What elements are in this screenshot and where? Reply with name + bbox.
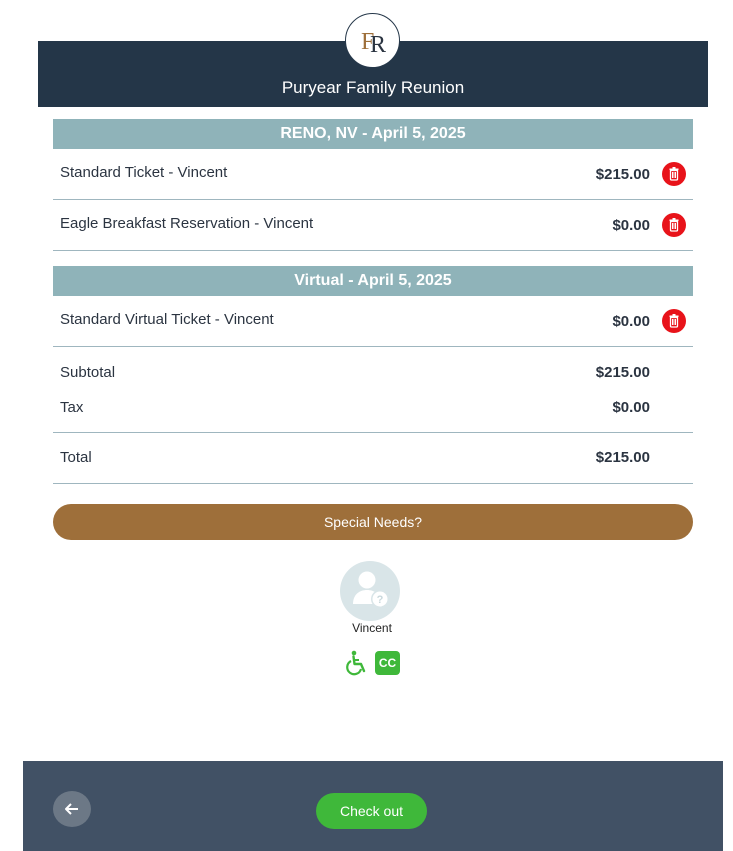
attendee-name: Vincent [352, 621, 392, 635]
cart-content: RENO, NV - April 5, 2025 Standard Ticket… [53, 119, 693, 484]
cc-badge[interactable]: CC [375, 651, 400, 675]
item-price: $0.00 [612, 313, 650, 330]
line-item: Standard Ticket - Vincent $215.00 [53, 149, 693, 200]
delete-item-button[interactable] [662, 309, 686, 333]
user-question-icon: ? [353, 571, 389, 608]
tax-label: Tax [60, 399, 84, 416]
back-button[interactable] [53, 791, 91, 827]
total-value: $215.00 [595, 449, 650, 466]
delete-item-button[interactable] [662, 213, 686, 237]
arrow-left-icon [65, 803, 78, 815]
fr-monogram-icon: F R [361, 29, 386, 58]
item-name: Standard Virtual Ticket - Vincent [60, 311, 274, 328]
line-item: Standard Virtual Ticket - Vincent $0.00 [53, 296, 693, 347]
item-price: $215.00 [595, 166, 650, 183]
trash-icon [669, 218, 679, 232]
subtotal-label: Subtotal [60, 364, 116, 381]
subtotal-value: $215.00 [595, 364, 650, 381]
attendee-avatar[interactable]: ? [340, 561, 400, 621]
checkout-button[interactable]: Check out [316, 793, 427, 829]
total-row: Total $215.00 [53, 433, 693, 484]
tax-value: $0.00 [612, 399, 650, 416]
wheelchair-icon[interactable] [345, 650, 369, 676]
svg-text:R: R [370, 32, 386, 58]
section-header-virtual: Virtual - April 5, 2025 [53, 266, 693, 296]
page-title: Puryear Family Reunion [281, 78, 465, 97]
total-label: Total [60, 449, 92, 466]
tax-row: Tax $0.00 [53, 390, 693, 425]
svg-text:?: ? [377, 594, 384, 606]
footer-bar: Check out [23, 761, 723, 851]
item-name: Eagle Breakfast Reservation - Vincent [60, 215, 314, 232]
trash-icon [669, 314, 679, 328]
section-header-reno: RENO, NV - April 5, 2025 [53, 119, 693, 149]
summary-block: Subtotal $215.00 Tax $0.00 [53, 347, 693, 433]
brand-logo: F R [345, 13, 400, 68]
delete-item-button[interactable] [662, 162, 686, 186]
trash-icon [669, 167, 679, 181]
item-name: Standard Ticket - Vincent [60, 164, 228, 181]
subtotal-row: Subtotal $215.00 [53, 355, 693, 390]
line-item: Eagle Breakfast Reservation - Vincent $0… [53, 200, 693, 251]
special-needs-button[interactable]: Special Needs? [53, 504, 693, 540]
item-price: $0.00 [612, 217, 650, 234]
